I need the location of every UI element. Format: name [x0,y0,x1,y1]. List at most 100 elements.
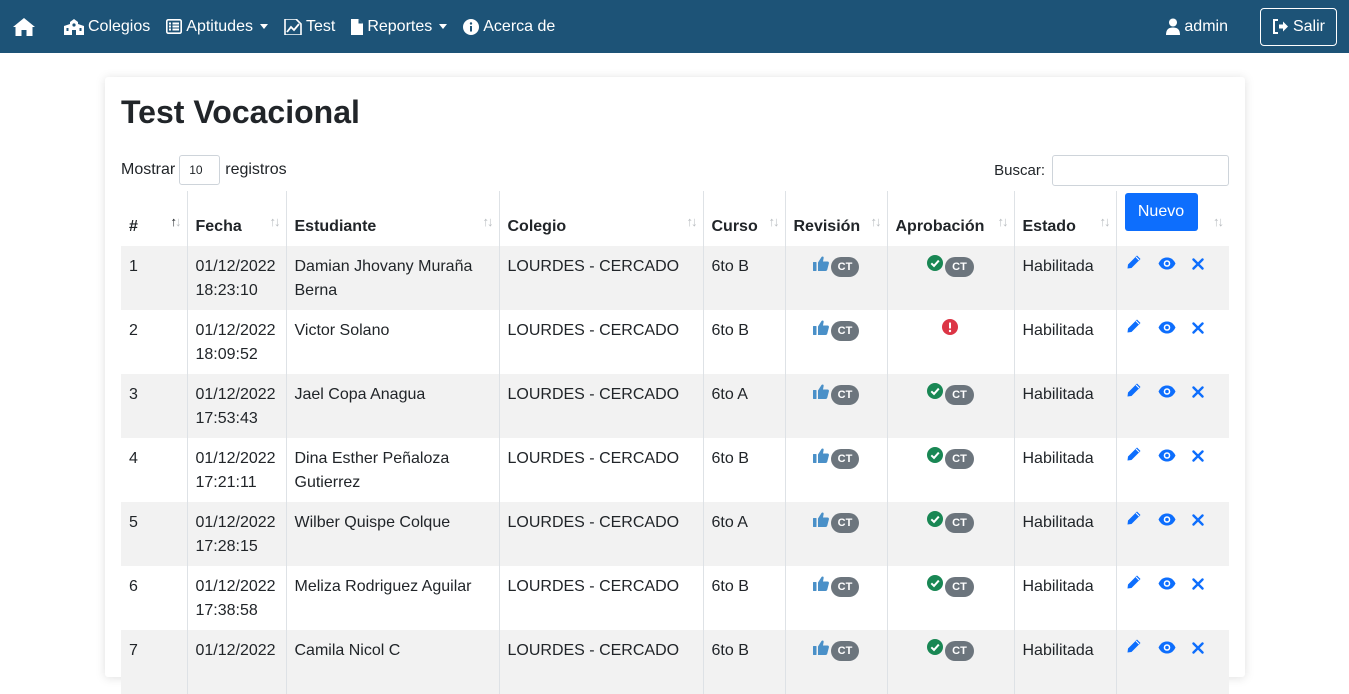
table-row: 7 01/12/2022 Camila Nicol C LOURDES - CERCA… [121,630,1229,694]
row-school: LOURDES - CERCADO [499,310,704,374]
row-school: LOURDES - CERCADO [499,566,704,630]
edit-icon[interactable] [1126,318,1142,342]
table-row: 6 01/12/2022 17:38:58 Meliza Rodriguez Agui… [121,566,1229,630]
view-icon[interactable] [1158,638,1176,662]
delete-icon[interactable] [1191,638,1204,662]
column-header-6[interactable]: Aprobación ↑↓ [887,191,1015,246]
row-number-value: 6 [129,578,138,595]
column-header-0[interactable]: # ↑↓ [121,191,188,246]
row-student: Camila Nicol C [286,630,500,694]
row-date-value: 01/12/2022 [195,450,276,467]
table-row: 4 01/12/2022 17:21:11 Dina Esther Peñaloza … [121,438,1229,502]
row-number: 2 [121,310,188,374]
nav-item-label: Colegios [88,17,151,35]
column-header-actions: Nuevo ↑↓ [1116,191,1229,246]
thumbs-up-icon [812,255,829,279]
length-select[interactable]: 10 [179,155,221,185]
length-value: 10 [189,163,203,177]
edit-icon[interactable] [1126,382,1142,406]
column-header-7[interactable]: Estado ↑↓ [1014,191,1117,246]
length-control: Mostrar 10 registros [121,155,287,185]
column-header-5[interactable]: Revisión ↑↓ [785,191,888,246]
sort-icon: ↑↓ [768,214,780,229]
row-number: 3 [121,374,188,438]
row-course: 6to B [703,310,786,374]
user-menu[interactable]: admin [1166,18,1228,36]
view-icon[interactable] [1158,446,1176,470]
nav-item-colegios[interactable]: Colegios [64,18,150,36]
row-status: Habilitada [1014,566,1117,630]
edit-icon[interactable] [1126,574,1142,598]
row-time-value: 18:09:52 [195,346,258,363]
row-student-value: Victor Solano [294,322,390,339]
page-title: Test Vocacional [121,94,360,130]
nav-item-aptitudes[interactable]: Aptitudes [166,18,268,36]
row-number: 7 [121,630,188,694]
view-icon[interactable] [1158,254,1176,278]
edit-icon[interactable] [1126,510,1142,534]
new-button[interactable]: Nuevo [1124,193,1198,231]
action-group [1117,374,1230,406]
delete-icon[interactable] [1191,574,1204,598]
delete-icon[interactable] [1191,382,1204,406]
row-student-value: Jael Copa Anagua [294,386,426,403]
view-icon[interactable] [1158,510,1176,534]
row-school: LOURDES - CERCADO [499,630,704,694]
delete-icon[interactable] [1191,446,1204,470]
tests-table: # ↑↓ Fecha ↑↓ Estudiante ↑↓ Colegio ↑↓ Curso ↑↓ Re… [121,191,1229,694]
column-header-2[interactable]: Estudiante ↑↓ [286,191,500,246]
row-school-value: LOURDES - CERCADO [507,322,680,339]
row-number-value: 2 [129,322,138,339]
ct-badge: CT [945,513,974,533]
row-course-value: 6to A [711,514,748,531]
edit-icon[interactable] [1126,638,1142,662]
table-row: 1 01/12/2022 18:23:10 Damian Jhovany Muraña… [121,246,1229,310]
ct-badge: CT [945,641,974,661]
search-input[interactable] [1052,155,1229,186]
nav-item-reportes[interactable]: Reportes [351,18,448,36]
delete-icon[interactable] [1191,318,1204,342]
row-review: CT [785,438,888,502]
info-icon [463,18,480,35]
row-student: Wilber Quispe Colque [286,502,500,566]
thumbs-up-icon [812,575,829,599]
row-course-value: 6to A [711,386,748,403]
row-course: 6to B [703,246,786,310]
home-link[interactable] [12,17,40,37]
row-student: Victor Solano [286,310,500,374]
row-status: Habilitada [1014,374,1117,438]
view-icon[interactable] [1158,318,1176,342]
ct-badge: CT [945,257,974,277]
thumbs-up-icon [812,511,829,535]
delete-icon[interactable] [1191,254,1204,278]
column-header-4[interactable]: Curso ↑↓ [703,191,786,246]
row-status-value: Habilitada [1022,258,1094,275]
row-school: LOURDES - CERCADO [499,502,704,566]
edit-icon[interactable] [1126,446,1142,470]
row-time-value: 17:38:58 [195,602,258,619]
edit-icon[interactable] [1126,254,1142,278]
nav-item-test[interactable]: Test [284,18,335,36]
delete-icon[interactable] [1191,510,1204,534]
check-circle-icon [927,511,944,535]
nav-item-label: Acerca de [483,17,556,35]
row-course-value: 6to B [711,642,749,659]
row-review: CT [785,246,888,310]
row-approval: CT [887,438,1015,502]
row-review: CT [785,310,888,374]
column-header-3[interactable]: Colegio ↑↓ [499,191,704,246]
check-circle-icon [927,575,944,599]
column-header-1[interactable]: Fecha ↑↓ [187,191,287,246]
row-date: 01/12/2022 17:28:15 [187,502,287,566]
row-course: 6to B [703,566,786,630]
column-header-label: # [129,218,138,235]
row-course: 6to A [703,374,786,438]
view-icon[interactable] [1158,382,1176,406]
nav-item-acerca-de[interactable]: Acerca de [463,18,555,36]
table-row: 2 01/12/2022 18:09:52 Victor Solano LOURDES … [121,310,1229,374]
logout-button[interactable]: Salir [1259,7,1337,46]
view-icon[interactable] [1158,574,1176,598]
row-number: 1 [121,246,188,310]
column-header-label: Fecha [195,218,242,235]
row-approval: CT [887,630,1015,694]
